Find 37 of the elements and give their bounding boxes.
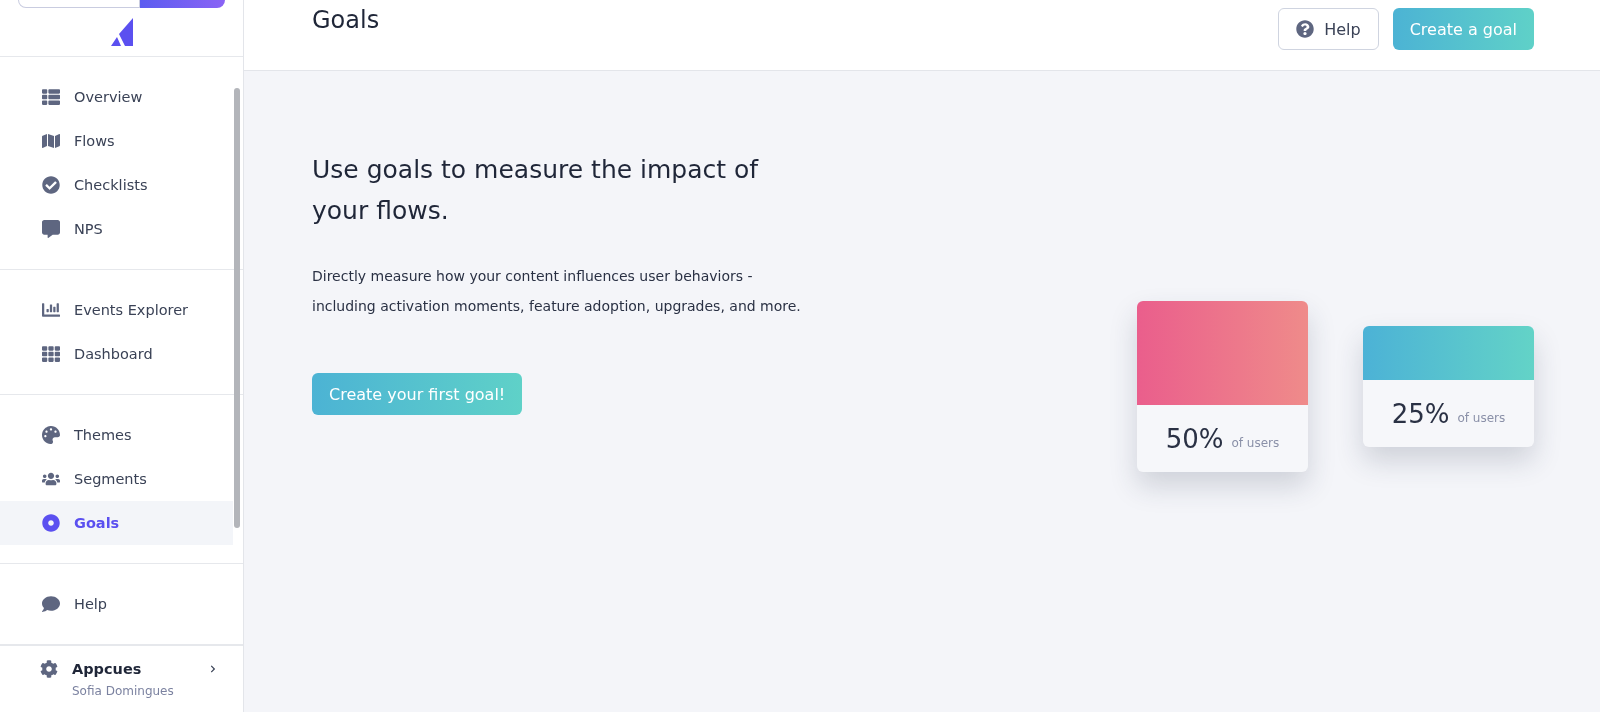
nav-icon	[42, 426, 60, 444]
nav-item[interactable]: Goals	[0, 501, 233, 545]
nav-item[interactable]: Segments	[0, 457, 233, 501]
nav-icon	[42, 514, 60, 532]
user-name: Sofia Domingues	[72, 684, 175, 698]
chevron-icon[interactable]	[209, 665, 217, 673]
card-percentage: 50%	[1165, 423, 1224, 454]
nav-item[interactable]: Checklists	[0, 163, 233, 207]
scrollbar[interactable]	[234, 88, 240, 528]
account-name[interactable]: Appcues	[72, 661, 197, 677]
card-caption: of users	[1231, 434, 1280, 450]
nav-icon	[42, 88, 60, 106]
toggle-button[interactable]	[140, 0, 225, 9]
card-percentage: 25%	[1391, 398, 1450, 429]
nav-item[interactable]: Events Explorer	[0, 288, 233, 332]
card-caption: of users	[1457, 409, 1506, 425]
help-icon	[1296, 20, 1315, 38]
nav-icon	[42, 176, 60, 194]
nav-icon	[42, 470, 60, 488]
nav-icon	[42, 301, 60, 319]
nav-item[interactable]: NPS	[0, 207, 233, 251]
nav-item[interactable]: Flows	[0, 119, 233, 163]
intro-text: including activation moments, feature adoption, upgrades, and more.	[312, 297, 802, 316]
nav-icon	[42, 345, 60, 363]
nav-icon	[42, 595, 60, 613]
intro-heading: Use goals to measure the impact of your flows.	[312, 154, 760, 227]
page-title: Goals	[312, 6, 381, 34]
nav-item[interactable]: Themes	[0, 413, 233, 457]
logo-icon	[110, 18, 133, 47]
nav-item[interactable]: Dashboard	[0, 332, 233, 376]
intro-text: Directly measure how your content influences user behaviors -	[312, 267, 754, 286]
nav-item[interactable]: Help	[0, 582, 233, 626]
help-button[interactable]: Help	[1278, 8, 1379, 50]
nav-item[interactable]: Overview	[0, 75, 233, 119]
nav-icon	[42, 220, 60, 238]
nav-icon	[42, 132, 60, 150]
settings-icon	[40, 660, 58, 678]
